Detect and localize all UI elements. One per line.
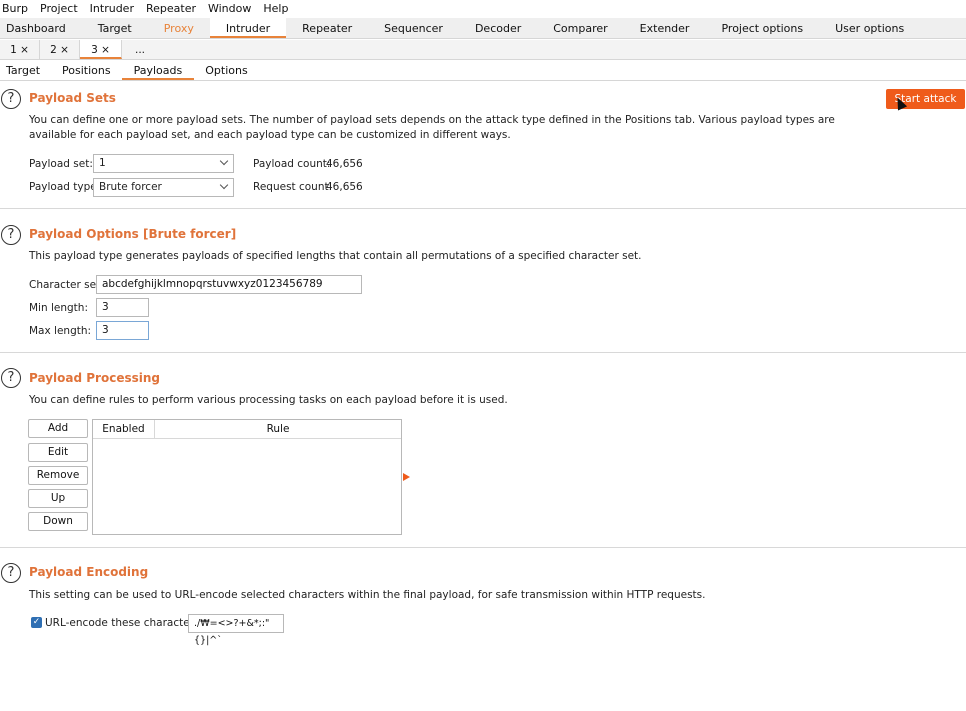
menu-intruder[interactable]: Intruder [84, 0, 140, 18]
payload-set-select[interactable]: 1 [93, 154, 234, 173]
subtab-positions[interactable]: Positions [51, 61, 122, 80]
attack-tab-2[interactable]: 2 × [40, 40, 80, 59]
max-length-input[interactable]: 3 [96, 321, 149, 340]
min-length-input[interactable]: 3 [96, 298, 149, 317]
payload-encoding-description: This setting can be used to URL-encode s… [29, 589, 706, 601]
tab-project-options[interactable]: Project options [705, 18, 819, 38]
tab-repeater[interactable]: Repeater [286, 18, 368, 38]
payload-processing-description: You can define rules to perform various … [29, 394, 508, 406]
payload-encoding-section: ? Payload Encoding This setting can be u… [0, 548, 966, 711]
attack-tab-3[interactable]: 3 × [80, 40, 122, 59]
character-set-input[interactable]: abcdefghijklmnopqrstuvwxyz0123456789 [96, 275, 362, 294]
attack-tab-1[interactable]: 1 × [0, 40, 40, 59]
menu-window[interactable]: Window [202, 0, 257, 18]
tab-sequencer[interactable]: Sequencer [368, 18, 459, 38]
remove-rule-button[interactable]: Remove [28, 466, 88, 485]
up-rule-button[interactable]: Up [28, 489, 88, 508]
max-length-label: Max length: [29, 325, 92, 337]
processing-rules-table[interactable]: Enabled Rule [92, 419, 402, 535]
tab-target[interactable]: Target [82, 18, 148, 38]
tab-dashboard[interactable]: Dashboard [0, 18, 82, 38]
payload-sets-description: You can define one or more payload sets.… [29, 114, 835, 141]
payload-options-section: ? Payload Options [Brute forcer] This pa… [0, 209, 966, 353]
column-rule[interactable]: Rule [155, 420, 401, 438]
add-rule-button[interactable]: Add [28, 419, 88, 438]
url-encode-checkbox[interactable]: ✓ [31, 617, 42, 628]
payload-processing-title: Payload Processing [29, 371, 160, 385]
subtab-payloads[interactable]: Payloads [121, 61, 195, 80]
chevron-down-icon [219, 156, 229, 166]
menu-bar: Burp Project Intruder Repeater Window He… [0, 0, 966, 18]
min-length-label: Min length: [29, 302, 88, 314]
subtab-target[interactable]: Target [0, 61, 51, 80]
menu-help[interactable]: Help [257, 0, 294, 18]
tab-decoder[interactable]: Decoder [459, 18, 537, 38]
menu-project[interactable]: Project [34, 0, 84, 18]
main-tabs: Dashboard Target Proxy Intruder Repeater… [0, 18, 966, 39]
help-icon[interactable]: ? [1, 225, 21, 245]
payload-options-title: Payload Options [Brute forcer] [29, 227, 237, 241]
menu-repeater[interactable]: Repeater [140, 0, 202, 18]
menu-burp[interactable]: Burp [0, 0, 34, 18]
tab-comparer[interactable]: Comparer [537, 18, 623, 38]
payload-encoding-title: Payload Encoding [29, 565, 149, 579]
payload-set-label: Payload set: [29, 158, 93, 170]
payload-type-select[interactable]: Brute forcer [93, 178, 234, 197]
table-header: Enabled Rule [93, 420, 401, 439]
payload-set-value: 1 [99, 157, 106, 169]
character-set-label: Character set: [29, 279, 104, 291]
tab-proxy[interactable]: Proxy [148, 18, 210, 38]
payload-count-value: 46,656 [326, 158, 363, 170]
column-enabled[interactable]: Enabled [93, 420, 155, 438]
intruder-sub-tabs: Target Positions Payloads Options [0, 61, 966, 81]
payload-type-value: Brute forcer [99, 181, 162, 193]
payload-options-description: This payload type generates payloads of … [29, 250, 642, 262]
request-count-label: Request count: [253, 181, 333, 193]
payload-sets-section: ? Payload Sets You can define one or mor… [0, 82, 966, 209]
tab-user-options[interactable]: User options [819, 18, 920, 38]
help-icon[interactable]: ? [1, 89, 21, 109]
down-rule-button[interactable]: Down [28, 512, 88, 531]
chevron-down-icon [219, 180, 229, 190]
edit-rule-button[interactable]: Edit [28, 443, 88, 462]
attack-tabs: 1 × 2 × 3 × ... [0, 40, 966, 60]
payload-sets-title: Payload Sets [29, 91, 116, 105]
help-icon[interactable]: ? [1, 563, 21, 583]
subtab-options[interactable]: Options [194, 61, 258, 80]
attack-tab-new[interactable]: ... [122, 40, 158, 59]
url-encode-characters-input[interactable]: ./₩=<>?+&*;:"{}|^` [188, 614, 284, 646]
tab-intruder[interactable]: Intruder [209, 18, 287, 38]
payload-count-label: Payload count: [253, 158, 331, 170]
help-icon[interactable]: ? [1, 368, 21, 388]
expand-arrow-icon[interactable] [403, 473, 410, 481]
url-encode-label: URL-encode these characters: [45, 617, 203, 629]
payload-type-label: Payload type: [29, 181, 101, 193]
request-count-value: 46,656 [326, 181, 363, 193]
tab-extender[interactable]: Extender [624, 18, 706, 38]
